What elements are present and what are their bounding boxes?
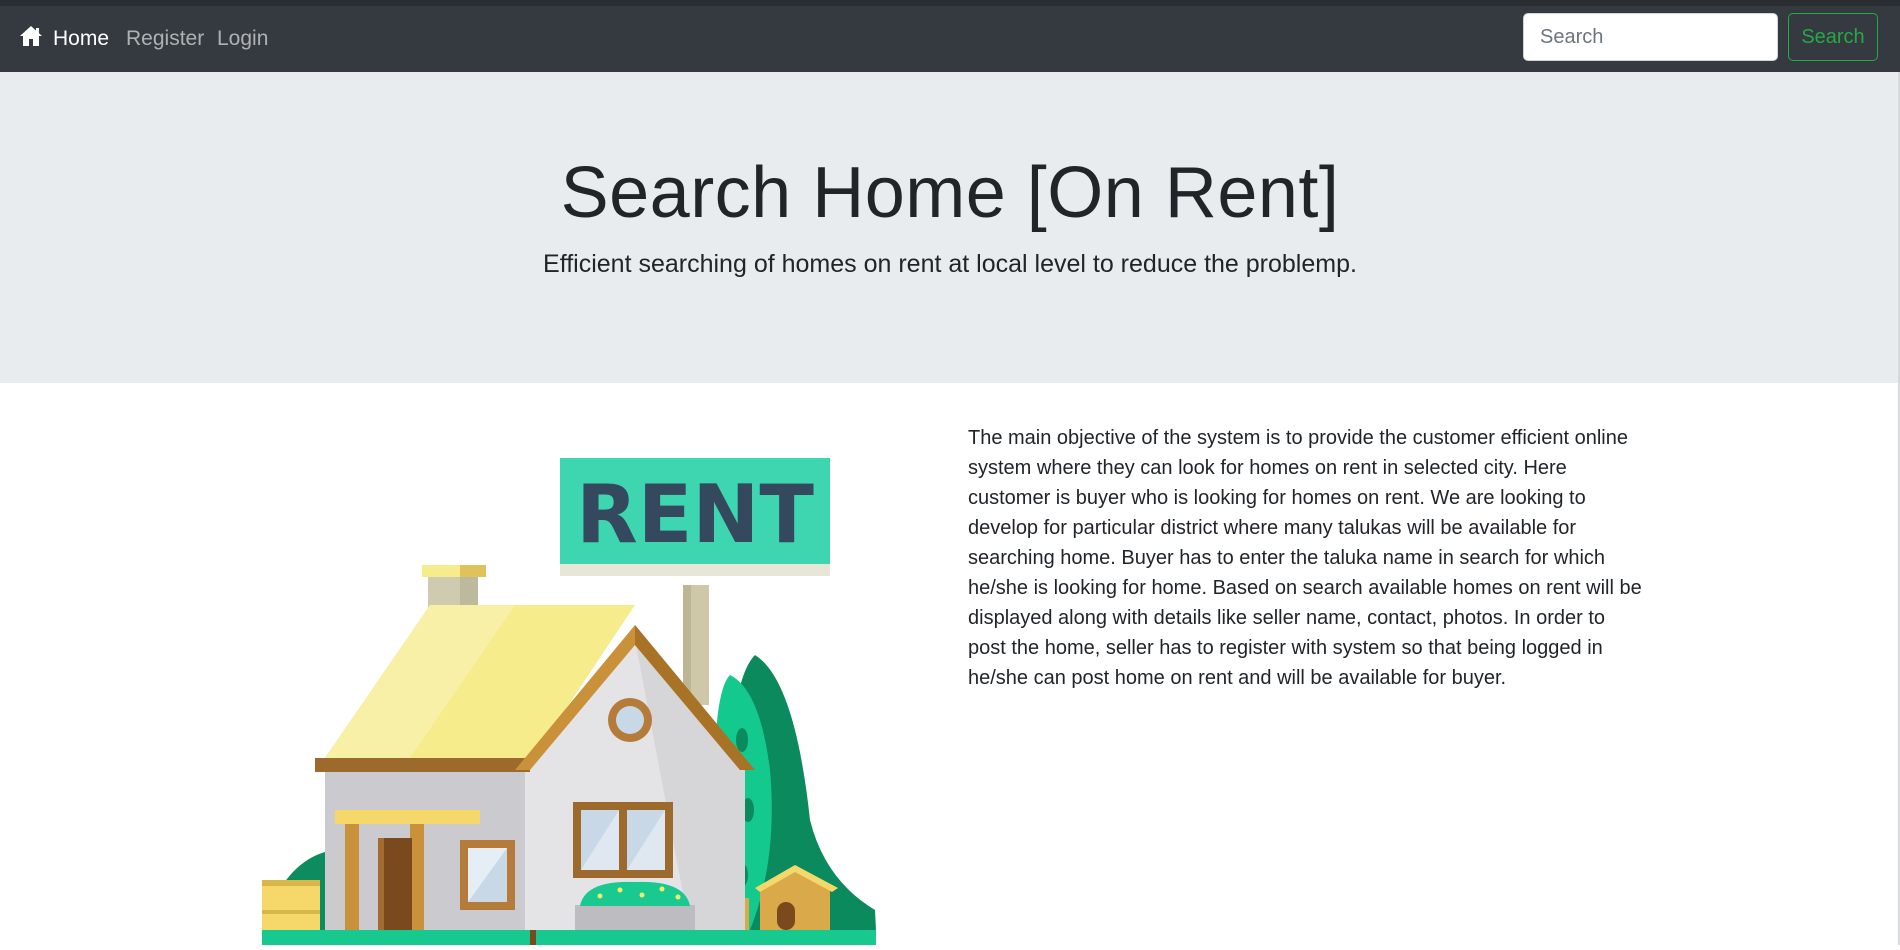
page-lead: Efficient searching of homes on rent at …: [543, 250, 1357, 278]
nav-home-label: Home: [53, 27, 110, 50]
nav-register-link[interactable]: Register: [126, 6, 204, 72]
home-icon: [19, 25, 43, 53]
search-input[interactable]: [1523, 13, 1778, 61]
page-title: Search Home [On Rent]: [560, 153, 1340, 233]
system-description: The main objective of the system is to p…: [968, 427, 1642, 689]
nav-login-link[interactable]: Login: [217, 6, 268, 72]
rent-sign-text: RENT: [576, 468, 814, 561]
house-rent-illustration: RENT: [250, 440, 890, 945]
navbar: Home Register Login Search: [0, 6, 1900, 72]
nav-home-link[interactable]: Home: [19, 6, 109, 72]
jumbotron: Search Home [On Rent] Efficient searchin…: [0, 72, 1900, 383]
search-button[interactable]: Search: [1788, 13, 1878, 61]
